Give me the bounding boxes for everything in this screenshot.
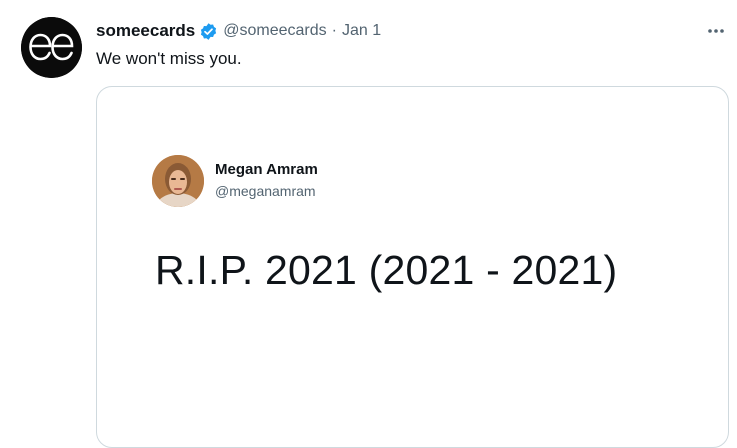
tweet-header: someecards @someecards · Jan 1 <box>96 20 381 42</box>
embedded-author-handle: @meganamram <box>215 183 316 199</box>
tweet-text: We won't miss you. <box>96 49 242 68</box>
someecards-logo-icon <box>21 17 82 78</box>
tweet-date[interactable]: Jan 1 <box>342 22 381 40</box>
author-handle[interactable]: @someecards <box>223 22 326 40</box>
embedded-author-name: Megan Amram <box>215 161 318 178</box>
tweet-media-image[interactable]: Megan Amram @meganamram R.I.P. 2021 (202… <box>96 86 729 448</box>
profile-photo-icon <box>152 155 204 207</box>
embedded-author-avatar <box>152 155 204 207</box>
author-avatar[interactable] <box>21 17 82 78</box>
verified-badge-icon <box>199 22 218 41</box>
embedded-tweet-text: R.I.P. 2021 (2021 - 2021) <box>155 247 618 293</box>
separator-dot: · <box>331 22 337 39</box>
author-name[interactable]: someecards <box>96 21 195 41</box>
more-options-icon[interactable] <box>700 18 732 44</box>
tweet[interactable]: someecards @someecards · Jan 1 We won't … <box>0 0 737 448</box>
